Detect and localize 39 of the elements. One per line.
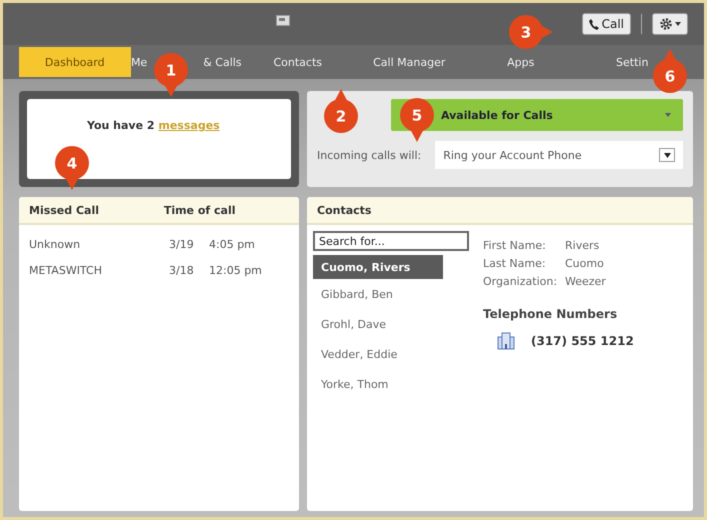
- date-cell-text: 3/19: [169, 238, 195, 250]
- caller-cell-text: METASWITCH: [29, 264, 103, 276]
- nav-tab[interactable]: Call Manager: [354, 47, 465, 77]
- field-value: Weezer: [565, 275, 606, 288]
- contact-item[interactable]: Cuomo, Rivers: [313, 255, 443, 279]
- phone-number: (317) 555 1212: [531, 334, 634, 348]
- message-text: You have 2 messages: [87, 119, 220, 132]
- caret-icon: [675, 22, 681, 26]
- contact-item[interactable]: Grohl, Dave: [313, 309, 443, 339]
- nav-tab[interactable]: Dashboard: [19, 47, 130, 77]
- search-field[interactable]: Search for...: [313, 231, 469, 251]
- field-label: First Name:: [483, 239, 547, 252]
- incoming-label: Incoming calls will:: [317, 148, 422, 162]
- date-cell-text: 3/18: [169, 264, 195, 276]
- field-label: Organization:: [483, 275, 558, 288]
- call-button[interactable]: Call: [582, 13, 631, 35]
- screen-icon: [276, 15, 290, 26]
- time-cell-text: 4:05 pm: [209, 238, 256, 250]
- section-title: Telephone Numbers: [483, 307, 618, 321]
- column-header: Time of call: [164, 204, 236, 216]
- nav-tab[interactable]: Contacts: [242, 47, 354, 77]
- settings-button[interactable]: [652, 13, 688, 35]
- field-value: Rivers: [565, 239, 600, 252]
- building-icon: [497, 332, 515, 350]
- column-header: Missed Call: [29, 204, 100, 216]
- caret-icon: [665, 113, 671, 117]
- contact-item[interactable]: Yorke, Thom: [313, 369, 443, 399]
- panel-title: Contacts: [317, 204, 372, 216]
- contact-item[interactable]: Vedder, Eddie: [313, 339, 443, 369]
- field-value: Cuomo: [565, 257, 604, 270]
- time-cell-text: 12:05 pm: [209, 264, 263, 276]
- contact-item[interactable]: Gibbard, Ben: [313, 279, 443, 309]
- field-label: Last Name:: [483, 257, 547, 270]
- settings-icon: [659, 17, 673, 31]
- dropdown-icon: [664, 152, 670, 158]
- phone-icon: [588, 18, 599, 30]
- incoming-select[interactable]: Ring your Account Phone: [435, 141, 683, 169]
- nav-tab[interactable]: Apps: [465, 47, 576, 77]
- caller-cell-text: Unknown: [29, 238, 82, 250]
